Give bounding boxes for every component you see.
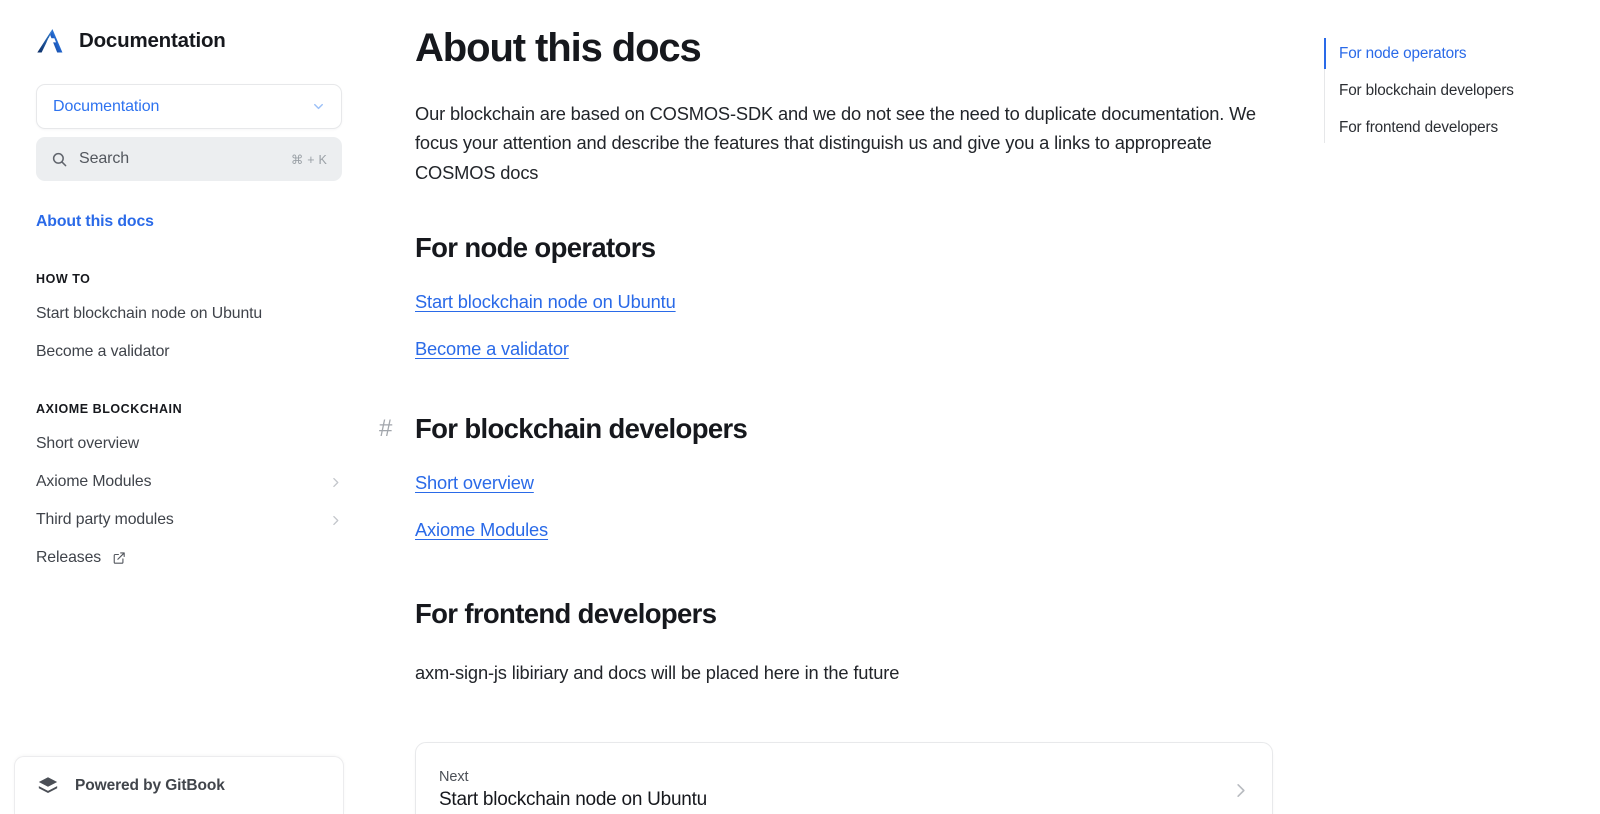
content-link-start-blockchain-node[interactable]: Start blockchain node on Ubuntu — [415, 291, 676, 313]
page-title: About this docs — [415, 26, 702, 70]
search-icon — [52, 152, 67, 166]
sidebar-item-about-this-docs[interactable]: About this docs — [36, 203, 342, 241]
content-link-axiome-modules[interactable]: Axiome Modules — [415, 519, 548, 541]
next-page-text: Next Start blockchain node on Ubuntu — [439, 769, 1231, 811]
section-heading: For node operators — [415, 232, 656, 264]
brand-header[interactable]: Documentation — [0, 0, 376, 58]
section-heading: # For blockchain developers — [379, 412, 1324, 445]
space-select-dropdown[interactable]: Documentation — [36, 84, 342, 129]
section-for-blockchain-developers: # For blockchain developers Short overvi… — [379, 412, 1324, 541]
section-paragraph: axm-sign-js libiriary and docs will be p… — [415, 662, 900, 684]
gitbook-stacked-books-icon — [38, 776, 58, 793]
powered-by-gitbook-label: Powered by GitBook — [75, 776, 225, 794]
sidebar-group-title-axiome-blockchain: AXIOME BLOCKCHAIN — [36, 402, 183, 416]
sidebar-item-short-overview[interactable]: Short overview — [36, 425, 342, 463]
sidebar-item-releases[interactable]: Releases — [36, 539, 342, 577]
section-for-node-operators: For node operators Start blockchain node… — [415, 231, 1324, 360]
sidebar-nav: About this docs HOW TO Start blockchain … — [0, 203, 376, 577]
toc-item-for-node-operators[interactable]: For node operators — [1324, 38, 1580, 69]
sidebar-item-label: Axiome Modules — [36, 473, 152, 490]
sidebar-item-third-party-modules[interactable]: Third party modules — [36, 501, 342, 539]
sidebar-group-title-how-to: HOW TO — [36, 272, 91, 286]
search-shortcut-hint: ⌘ + K — [290, 152, 327, 167]
sidebar-item-axiome-modules[interactable]: Axiome Modules — [36, 463, 342, 501]
section-for-frontend-developers: For frontend developers axm-sign-js libi… — [415, 597, 1324, 688]
docs-page: Documentation Documentation Search ⌘ + K… — [0, 0, 1600, 814]
toc-list: For node operators For blockchain develo… — [1324, 38, 1580, 143]
section-heading-text: For blockchain developers — [415, 413, 748, 445]
sidebar-item-label: Start blockchain node on Ubuntu — [36, 305, 263, 322]
sidebar-item-become-a-validator[interactable]: Become a validator — [36, 333, 342, 371]
sidebar-item-label: Become a validator — [36, 343, 170, 360]
toc-item-label: For node operators — [1339, 44, 1467, 62]
sidebar-item-label: About this docs — [36, 213, 154, 230]
chevron-right-icon[interactable] — [329, 476, 342, 489]
chevron-right-icon[interactable] — [329, 514, 342, 527]
brand-title: Documentation — [79, 29, 226, 52]
chevron-right-icon — [1237, 783, 1245, 797]
intro-paragraph: Our blockchain are based on COSMOS-SDK a… — [415, 102, 1256, 183]
chevron-down-icon — [314, 103, 323, 110]
search-placeholder: Search — [79, 150, 130, 167]
powered-by-gitbook-footer[interactable]: Powered by GitBook — [14, 756, 344, 814]
sidebar-item-label: Third party modules — [36, 511, 174, 528]
table-of-contents: For node operators For blockchain develo… — [1324, 0, 1600, 814]
sidebar-item-label: Short overview — [36, 435, 140, 452]
content-link-short-overview[interactable]: Short overview — [415, 472, 534, 494]
toc-item-label: For blockchain developers — [1339, 81, 1514, 99]
sidebar: Documentation Documentation Search ⌘ + K… — [0, 0, 376, 814]
main-content: About this docs Our blockchain are based… — [376, 0, 1324, 814]
content-link-become-a-validator[interactable]: Become a validator — [415, 338, 569, 360]
toc-item-for-frontend-developers[interactable]: For frontend developers — [1325, 112, 1580, 143]
search-input[interactable]: Search ⌘ + K — [36, 137, 342, 181]
sidebar-item-label: Releases — [36, 549, 102, 566]
toc-item-label: For frontend developers — [1339, 118, 1498, 136]
external-link-icon — [113, 552, 125, 564]
space-select-label: Documentation — [53, 97, 160, 115]
anchor-hash-icon[interactable]: # — [379, 416, 392, 441]
next-page-title: Start blockchain node on Ubuntu — [439, 789, 707, 810]
toc-item-for-blockchain-developers[interactable]: For blockchain developers — [1325, 75, 1580, 106]
next-page-kicker: Next — [439, 769, 469, 785]
sidebar-item-start-blockchain-node[interactable]: Start blockchain node on Ubuntu — [36, 295, 342, 333]
next-page-card[interactable]: Next Start blockchain node on Ubuntu — [415, 742, 1273, 814]
section-heading: For frontend developers — [415, 598, 717, 630]
axiome-a-logo-icon — [37, 29, 63, 53]
